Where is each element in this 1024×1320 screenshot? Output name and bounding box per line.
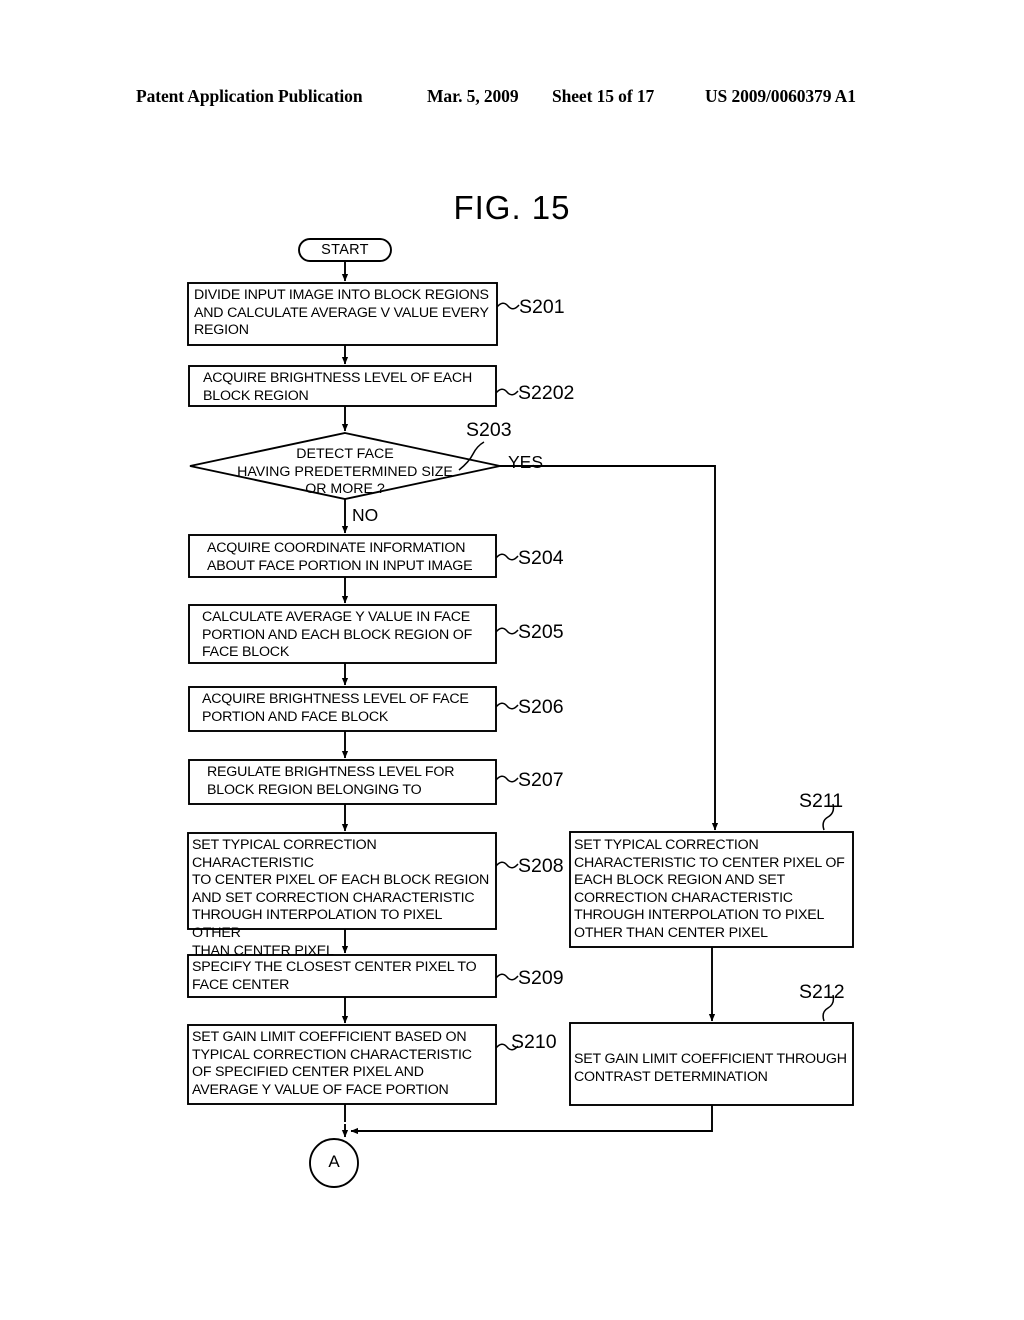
step-label-s206: S206 [518,696,564,718]
leader-s205 [495,627,519,635]
branch-label-yes: YES [508,452,544,472]
step-label-s205: S205 [518,621,564,643]
branch-label-no: NO [352,505,379,525]
node-s204-text: ACQUIRE COORDINATE INFORMATION ABOUT FAC… [207,540,473,574]
step-label-s212: S212 [799,981,845,1003]
step-label-s211: S211 [799,790,844,812]
leader-s204 [495,553,519,561]
node-s205-text: CALCULATE AVERAGE Y VALUE IN FACE PORTIO… [202,609,473,661]
node-start-label: START [321,242,369,258]
flowchart-diagram [187,238,854,1188]
node-s210-text: SET GAIN LIMIT COEFFICIENT BASED ON TYPI… [192,1029,472,1098]
edge-s212-to-connector-a [350,1105,713,1135]
leader-s208 [495,861,519,869]
node-s207-text: REGULATE BRIGHTNESS LEVEL FOR BLOCK REGI… [207,764,455,798]
node-s206-text: ACQUIRE BRIGHTNESS LEVEL OF FACE PORTION… [202,691,469,725]
node-s208-text: SET TYPICAL CORRECTION CHARACTERISTIC TO… [192,837,490,959]
leader-s2202 [495,388,519,396]
node-s203-text: DETECT FACE HAVING PREDETERMINED SIZE OR… [237,446,453,498]
step-label-s201: S201 [519,296,565,318]
node-s2202-text: ACQUIRE BRIGHTNESS LEVEL OF EACH BLOCK R… [203,370,473,404]
step-label-s207: S207 [518,769,564,791]
node-s201-text: DIVIDE INPUT IMAGE INTO BLOCK REGIONS AN… [194,287,489,339]
step-label-s2202: S2202 [518,382,575,404]
node-s212-text: SET GAIN LIMIT COEFFICIENT THROUGH CONTR… [574,1051,847,1085]
leader-s209 [495,973,519,981]
step-label-s203: S203 [466,419,512,441]
leader-s207 [495,775,519,783]
leader-s201 [496,302,520,310]
step-label-s208: S208 [518,855,564,877]
node-s209-text: SPECIFY THE CLOSEST CENTER PIXEL TO FACE… [192,959,477,993]
leader-s206 [495,702,519,710]
node-connector-a-label: A [328,1152,340,1171]
step-label-s209: S209 [518,967,564,989]
node-s211-text: SET TYPICAL CORRECTION CHARACTERISTIC TO… [574,837,845,941]
step-label-s204: S204 [518,547,564,569]
patent-page: Patent Application Publication Mar. 5, 2… [0,0,1024,1320]
step-label-s210: S210 [511,1031,557,1053]
